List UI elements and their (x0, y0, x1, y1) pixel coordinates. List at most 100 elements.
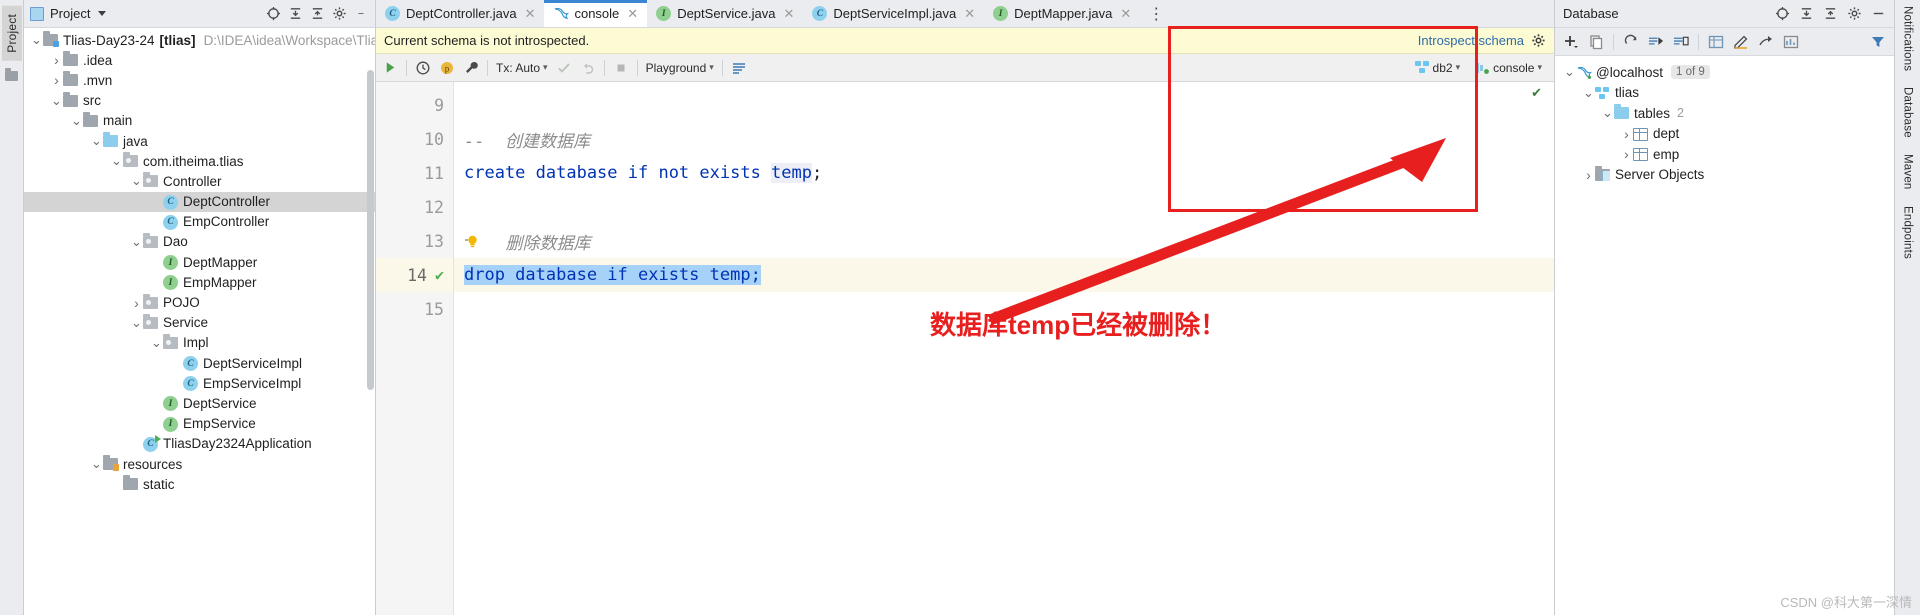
editor-tab-deptserviceimpl-java[interactable]: C DeptServiceImpl.java ✕ (803, 0, 984, 27)
tree-item-controller[interactable]: ⌄ Controller (24, 171, 375, 191)
sidebar-tab-notifications[interactable]: Notifications (1902, 6, 1914, 71)
code-line[interactable] (454, 190, 1554, 224)
tree-item-tliasday2324application[interactable]: C TliasDay2324Application (24, 434, 375, 454)
chevron-down-icon[interactable]: ⌄ (130, 174, 143, 187)
code-content[interactable]: -- 创建数据库 create database if not exists te… (454, 82, 1554, 615)
code-analysis-marker[interactable]: ✔ (1531, 85, 1542, 101)
p-circle-icon[interactable]: p (439, 60, 455, 76)
tree-item-empmapper[interactable]: I EmpMapper (24, 272, 375, 292)
tree-item-resources[interactable]: ⌄ resources (24, 454, 375, 474)
close-icon[interactable]: ✕ (783, 6, 794, 22)
copy-icon[interactable] (1588, 34, 1604, 50)
chevron-down-icon[interactable]: ⌄ (130, 235, 143, 248)
close-icon[interactable]: ✕ (964, 6, 975, 22)
target-icon[interactable] (265, 6, 281, 22)
sidebar-tab-database[interactable]: Database (1902, 87, 1914, 138)
code-line[interactable]: 删除数据库 (454, 224, 1554, 258)
chevron-down-icon[interactable]: ⌄ (90, 134, 103, 147)
chevron-right-icon[interactable]: › (50, 72, 63, 88)
commit-check-icon[interactable] (556, 60, 572, 76)
editor-tab-deptservice-java[interactable]: I DeptService.java ✕ (647, 0, 803, 27)
collapse-all-icon[interactable] (1798, 6, 1814, 22)
chevron-down-icon[interactable]: ▾ (1537, 62, 1542, 73)
chevron-down-icon[interactable]: ⌄ (1601, 106, 1614, 119)
tree-item-src[interactable]: ⌄ src (24, 91, 375, 111)
gear-icon[interactable] (331, 6, 347, 22)
tree-item-deptservice[interactable]: I DeptService (24, 393, 375, 413)
gear-icon[interactable] (1846, 6, 1862, 22)
edit-icon[interactable] (1733, 34, 1749, 50)
session-selector[interactable]: console ▾ (1474, 60, 1542, 76)
chevron-down-icon[interactable]: ⌄ (130, 316, 143, 329)
editor-tab-deptcontroller-java[interactable]: C DeptController.java ✕ (376, 0, 544, 27)
chevron-down-icon[interactable]: ⌄ (1582, 86, 1595, 99)
add-icon[interactable] (1563, 34, 1579, 50)
tree-item-deptcontroller[interactable]: C DeptController (24, 191, 375, 212)
chevron-right-icon[interactable]: › (1620, 146, 1633, 162)
tree-item-service[interactable]: ⌄ Service (24, 313, 375, 333)
jump-icon[interactable] (1758, 34, 1774, 50)
tree-item--idea[interactable]: › .idea (24, 50, 375, 70)
table-icon[interactable] (1708, 34, 1724, 50)
output-list-icon[interactable] (731, 60, 747, 76)
editor-tab-deptmapper-java[interactable]: I DeptMapper.java ✕ (984, 0, 1140, 27)
chevron-down-icon[interactable] (98, 11, 107, 16)
db-tree-item-tables[interactable]: ⌄ tables 2 (1555, 103, 1894, 124)
tree-item-deptmapper[interactable]: I DeptMapper (24, 252, 375, 272)
db-tree-item-tlias[interactable]: ⌄ tlias (1555, 83, 1894, 104)
tree-item-empservice[interactable]: I EmpService (24, 414, 375, 434)
tx-mode-selector[interactable]: Tx: Auto ▾ (496, 61, 548, 75)
chevron-right-icon[interactable]: › (50, 52, 63, 68)
chevron-right-icon[interactable]: › (130, 295, 143, 311)
chevron-down-icon[interactable]: ▾ (709, 62, 714, 73)
close-icon[interactable]: ✕ (525, 6, 536, 22)
history-clock-icon[interactable] (415, 60, 431, 76)
introspect-schema-link[interactable]: Introspect schema (1418, 33, 1524, 48)
more-vertical-icon[interactable]: ⋮ (1140, 0, 1172, 27)
sql-code-area[interactable]: 9 10 11 12 13 14 ✔ 15 -- 创建数据库 create database i… (376, 82, 1554, 615)
chevron-down-icon[interactable]: ⌄ (70, 114, 83, 127)
chart-icon[interactable] (1783, 34, 1799, 50)
chevron-down-icon[interactable]: ⌄ (1563, 65, 1576, 78)
tree-item-static[interactable]: static (24, 474, 375, 494)
code-line[interactable] (454, 88, 1554, 122)
db-tree-item--localhost[interactable]: ⌄ @localhost 1 of 9 (1555, 62, 1894, 83)
console-icon[interactable] (1673, 34, 1689, 50)
close-icon[interactable]: ✕ (627, 6, 638, 22)
close-icon[interactable]: ✕ (1120, 6, 1131, 22)
datasource-selector[interactable]: db2 ▾ (1414, 61, 1461, 75)
chevron-down-icon[interactable]: ⌄ (30, 33, 43, 46)
folder-icon[interactable] (5, 67, 18, 81)
tree-item-deptserviceimpl[interactable]: C DeptServiceImpl (24, 353, 375, 373)
run-sql-icon[interactable] (1648, 34, 1664, 50)
tree-item-empcontroller[interactable]: C EmpController (24, 212, 375, 232)
chevron-down-icon[interactable]: ⌄ (50, 94, 63, 107)
sidebar-tab-maven[interactable]: Maven (1902, 154, 1914, 190)
project-scrollbar-thumb[interactable] (367, 70, 374, 390)
code-line[interactable]: -- 创建数据库 (454, 122, 1554, 156)
editor-tab-console[interactable]: console ✕ (544, 0, 648, 27)
tree-item-com-itheima-tlias[interactable]: ⌄ com.itheima.tlias (24, 151, 375, 171)
stop-square-icon[interactable] (613, 60, 629, 76)
filter-icon[interactable] (1870, 34, 1886, 50)
expand-all-icon[interactable] (309, 6, 325, 22)
chevron-down-icon[interactable]: ⌄ (110, 154, 123, 167)
chevron-down-icon[interactable]: ⌄ (90, 457, 103, 470)
minimize-icon[interactable] (1870, 6, 1886, 22)
sidebar-tab-project[interactable]: Project (1, 6, 22, 61)
intention-bulb-icon[interactable] (464, 233, 481, 250)
tree-item-tlias-day23-24[interactable]: ⌄ Tlias-Day23-24 [tlias] D:\IDEA\idea\Works… (24, 30, 375, 50)
code-line[interactable]: create database if not exists temp; (454, 156, 1554, 190)
refresh-icon[interactable] (1623, 34, 1639, 50)
tree-item-main[interactable]: ⌄ main (24, 111, 375, 131)
target-icon[interactable] (1774, 6, 1790, 22)
minimize-icon[interactable] (353, 6, 369, 22)
database-object-tree[interactable]: ⌄ @localhost 1 of 9 ⌄ tlias ⌄ tables 2 › dept › emp… (1555, 56, 1894, 615)
gear-icon[interactable] (1530, 33, 1546, 49)
db-tree-item-dept[interactable]: › dept (1555, 124, 1894, 145)
chevron-right-icon[interactable]: › (1620, 126, 1633, 142)
wrench-icon[interactable] (463, 60, 479, 76)
chevron-down-icon[interactable]: ▾ (1456, 62, 1461, 73)
db-tree-item-server-objects[interactable]: › Server Objects (1555, 165, 1894, 186)
rollback-icon[interactable] (580, 60, 596, 76)
